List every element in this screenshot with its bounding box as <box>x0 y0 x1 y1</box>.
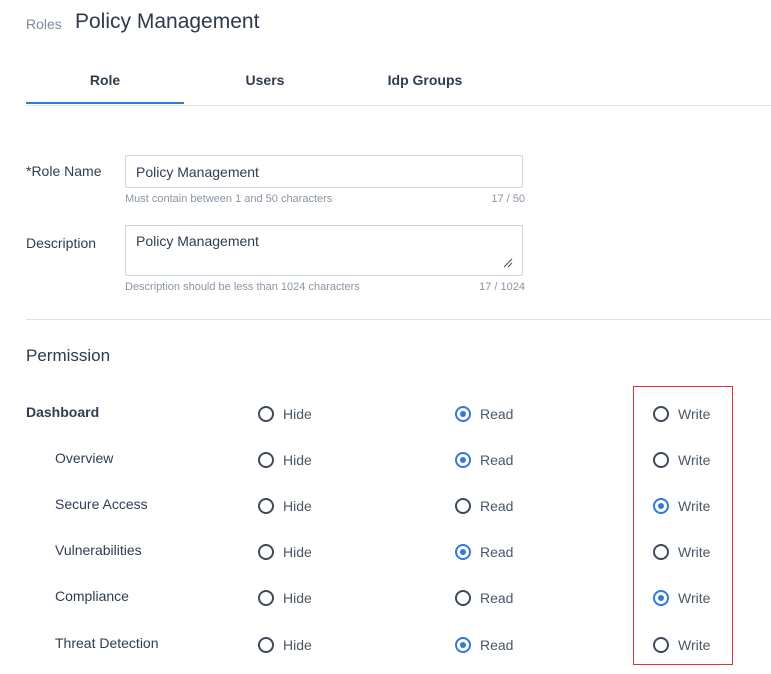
radio-label: Hide <box>283 637 312 653</box>
description-char-count: 17 / 1024 <box>479 281 525 293</box>
radio-label: Hide <box>283 452 312 468</box>
radio-read[interactable]: Read <box>455 637 513 653</box>
radio-hide[interactable]: Hide <box>258 498 312 514</box>
role-name-help: Must contain between 1 and 50 characters… <box>125 193 525 205</box>
permission-row-label: Dashboard <box>26 404 100 420</box>
radio-hide[interactable]: Hide <box>258 637 312 653</box>
permission-row-label: Vulnerabilities <box>55 542 142 558</box>
description-help: Description should be less than 1024 cha… <box>125 281 525 293</box>
radio-circle-icon[interactable] <box>258 452 274 468</box>
radio-read[interactable]: Read <box>455 406 513 422</box>
radio-label: Read <box>480 452 514 468</box>
radio-circle-icon[interactable] <box>455 452 471 468</box>
radio-label: Hide <box>283 590 312 606</box>
permission-row-label: Secure Access <box>55 496 148 512</box>
radio-read[interactable]: Read <box>455 544 513 560</box>
tab-idp-groups[interactable]: Idp Groups <box>346 60 504 104</box>
radio-read[interactable]: Read <box>455 590 513 606</box>
radio-label: Hide <box>283 544 312 560</box>
permission-title: Permission <box>26 346 111 365</box>
description-textarea[interactable]: Policy Management <box>125 225 523 276</box>
radio-hide[interactable]: Hide <box>258 452 312 468</box>
radio-circle-icon[interactable] <box>455 637 471 653</box>
role-name-input[interactable] <box>125 155 523 188</box>
role-name-help-text: Must contain between 1 and 50 characters <box>125 193 333 205</box>
radio-label: Hide <box>283 406 312 422</box>
tab-role[interactable]: Role <box>26 60 184 104</box>
description-help-text: Description should be less than 1024 cha… <box>125 281 360 293</box>
page-title: Policy Management <box>75 10 260 33</box>
radio-hide[interactable]: Hide <box>258 544 312 560</box>
resize-handle-icon[interactable] <box>503 258 513 268</box>
radio-label: Read <box>480 637 514 653</box>
radio-circle-icon[interactable] <box>455 498 471 514</box>
permission-row-label: Overview <box>55 450 114 466</box>
radio-label: Read <box>480 406 514 422</box>
radio-label: Hide <box>283 498 312 514</box>
tab-users[interactable]: Users <box>186 60 344 104</box>
write-column-highlight <box>633 386 733 665</box>
role-name-label: *Role Name <box>26 163 102 179</box>
radio-read[interactable]: Read <box>455 452 513 468</box>
radio-circle-icon[interactable] <box>258 544 274 560</box>
radio-hide[interactable]: Hide <box>258 406 312 422</box>
radio-circle-icon[interactable] <box>258 498 274 514</box>
radio-label: Read <box>480 498 514 514</box>
breadcrumb-roles[interactable]: Roles <box>26 16 62 32</box>
radio-read[interactable]: Read <box>455 498 513 514</box>
permission-row-label: Compliance <box>55 588 129 604</box>
description-label: Description <box>26 235 97 251</box>
permission-row-label: Threat Detection <box>55 635 159 651</box>
radio-label: Read <box>480 544 514 560</box>
radio-circle-icon[interactable] <box>258 637 274 653</box>
role-name-char-count: 17 / 50 <box>491 193 525 205</box>
radio-label: Read <box>480 590 514 606</box>
radio-circle-icon[interactable] <box>455 590 471 606</box>
section-divider <box>26 319 771 320</box>
radio-circle-icon[interactable] <box>455 544 471 560</box>
radio-hide[interactable]: Hide <box>258 590 312 606</box>
radio-circle-icon[interactable] <box>258 406 274 422</box>
radio-circle-icon[interactable] <box>455 406 471 422</box>
tab-bar: Role Users Idp Groups <box>26 60 771 106</box>
radio-circle-icon[interactable] <box>258 590 274 606</box>
